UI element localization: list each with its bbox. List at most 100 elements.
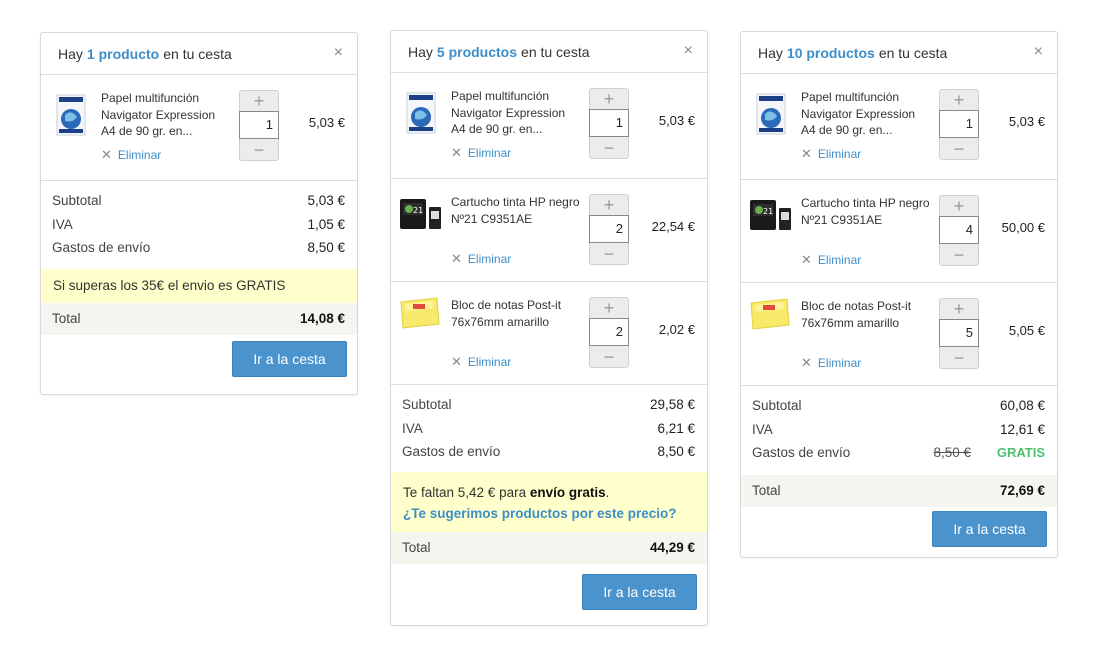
iva-value: 12,61 € [999, 421, 1045, 437]
remove-label: Eliminar [817, 356, 862, 370]
subtotal-row: Subtotal 5,03 € [52, 189, 345, 213]
cart-summary: Subtotal 29,58 € IVA 6,21 € Gastos de en… [391, 385, 707, 464]
header-suffix: en tu cesta [878, 44, 948, 61]
remove-item-link[interactable]: ✕ Eliminar [801, 355, 861, 371]
shipping-row: Gastos de envío 8,50 € [52, 236, 345, 260]
plus-icon[interactable]: + [240, 91, 278, 111]
item-name: Papel multifunción Navigator Expression … [451, 89, 566, 136]
quantity-input[interactable]: 1 [939, 110, 979, 138]
cart-header: Hay 5 productos en tu cesta × [391, 31, 707, 73]
total-value: 14,08 € [299, 311, 345, 326]
cart-item-paper: Papel multifunción Navigator Expression … [391, 73, 707, 179]
remove-item-link[interactable]: ✕ Eliminar [801, 252, 861, 268]
quantity-stepper: + 1 − [589, 88, 629, 159]
header-prefix: Hay [758, 44, 783, 61]
go-to-cart-button[interactable]: Ir a la cesta [232, 341, 347, 377]
quantity-input[interactable]: 1 [239, 111, 279, 139]
cart-item-paper: Papel multifunción Navigator Expression … [741, 74, 1057, 180]
subtotal-row: Subtotal 60,08 € [752, 394, 1045, 418]
go-to-cart-button[interactable]: Ir a la cesta [582, 574, 697, 610]
subtotal-value: 5,03 € [307, 193, 345, 209]
remove-label: Eliminar [817, 147, 862, 161]
product-count: 1 producto [86, 45, 160, 62]
minus-icon[interactable]: − [940, 245, 978, 265]
close-icon[interactable]: × [684, 43, 693, 59]
item-name: Papel multifunción Navigator Expression … [801, 90, 916, 137]
plus-icon[interactable]: + [940, 90, 978, 110]
shipping-label: Gastos de envío [52, 240, 151, 256]
minus-icon[interactable]: − [240, 140, 278, 160]
remove-item-link[interactable]: ✕ Eliminar [451, 354, 511, 370]
quantity-stepper: + 2 − [589, 297, 629, 368]
close-icon[interactable]: × [1034, 44, 1043, 60]
cart-panel-1: Hay 1 producto en tu cesta × Papel multi… [40, 32, 358, 395]
remove-item-link[interactable]: ✕ Eliminar [801, 146, 861, 162]
item-name: Papel multifunción Navigator Expression … [101, 91, 216, 138]
total-value: 44,29 € [649, 540, 695, 555]
remove-label: Eliminar [817, 253, 862, 267]
shipping-row: Gastos de envío 8,50 € GRATIS [752, 441, 1045, 465]
remove-item-link[interactable]: ✕ Eliminar [451, 145, 511, 161]
minus-icon[interactable]: − [590, 138, 628, 158]
item-name: Cartucho tinta HP negro Nº21 C9351AE [801, 196, 930, 227]
quantity-input[interactable]: 2 [589, 318, 629, 346]
remove-x-icon: ✕ [101, 147, 112, 162]
notice-prefix: Te faltan 5,42 € para [403, 484, 527, 500]
header-prefix: Hay [408, 43, 433, 60]
cart-item-ink: 21 Cartucho tinta HP negro Nº21 C9351AE … [741, 180, 1057, 283]
minus-icon[interactable]: − [590, 347, 628, 367]
cart-item-ink: 21 Cartucho tinta HP negro Nº21 C9351AE … [391, 179, 707, 282]
paper-product-image [756, 93, 786, 135]
quantity-stepper: + 1 − [939, 89, 979, 160]
plus-icon[interactable]: + [940, 299, 978, 319]
iva-row: IVA 12,61 € [752, 418, 1045, 442]
shipping-value: 8,50 € [657, 444, 695, 460]
shipping-free-badge: GRATIS [996, 445, 1045, 461]
quantity-stepper: + 4 − [939, 195, 979, 266]
subtotal-row: Subtotal 29,58 € [402, 393, 695, 417]
quantity-input[interactable]: 2 [589, 215, 629, 243]
minus-icon[interactable]: − [590, 244, 628, 264]
quantity-input[interactable]: 1 [589, 109, 629, 137]
header-suffix: en tu cesta [521, 43, 590, 60]
product-count: 10 productos [786, 44, 875, 61]
quantity-input[interactable]: 4 [939, 216, 979, 244]
ink-cartridge-image: 21 [750, 200, 791, 230]
iva-row: IVA 6,21 € [402, 417, 695, 441]
remove-x-icon: ✕ [801, 252, 812, 267]
go-to-cart-button[interactable]: Ir a la cesta [932, 511, 1047, 547]
item-price: 5,03 € [1008, 114, 1045, 129]
quantity-stepper: + 1 − [239, 90, 279, 161]
header-prefix: Hay [58, 45, 83, 62]
plus-icon[interactable]: + [590, 89, 628, 109]
product-count: 5 productos [436, 43, 518, 60]
plus-icon[interactable]: + [940, 196, 978, 216]
plus-icon[interactable]: + [590, 298, 628, 318]
total-label: Total [752, 483, 781, 498]
cart-summary: Subtotal 60,08 € IVA 12,61 € Gastos de e… [741, 386, 1057, 465]
subtotal-value: 60,08 € [999, 398, 1045, 414]
remove-item-link[interactable]: ✕ Eliminar [451, 251, 511, 267]
cart-item-postit: Bloc de notas Post-it 76x76mm amarillo ✕… [741, 283, 1057, 386]
close-icon[interactable]: × [334, 45, 343, 61]
quantity-input[interactable]: 5 [939, 319, 979, 347]
paper-product-image [56, 94, 86, 136]
minus-icon[interactable]: − [940, 348, 978, 368]
item-price: 5,03 € [308, 115, 345, 130]
item-name: Bloc de notas Post-it 76x76mm amarillo [451, 298, 562, 329]
cart-panel-5: Hay 5 productos en tu cesta × Papel mult… [390, 30, 708, 626]
remove-label: Eliminar [467, 355, 512, 369]
remove-label: Eliminar [467, 252, 512, 266]
minus-icon[interactable]: − [940, 139, 978, 159]
plus-icon[interactable]: + [590, 195, 628, 215]
subtotal-label: Subtotal [752, 398, 802, 414]
remove-item-link[interactable]: ✕ Eliminar [101, 147, 161, 163]
cart-panel-10: Hay 10 productos en tu cesta × Papel mul… [740, 31, 1058, 558]
item-name: Bloc de notas Post-it 76x76mm amarillo [801, 299, 912, 330]
suggest-products-link[interactable]: ¿Te sugerimos productos por este precio? [403, 503, 695, 524]
iva-label: IVA [752, 421, 773, 437]
subtotal-label: Subtotal [402, 397, 452, 413]
svg-text:21: 21 [763, 207, 773, 216]
cart-header: Hay 10 productos en tu cesta × [741, 32, 1057, 74]
iva-label: IVA [402, 420, 423, 436]
